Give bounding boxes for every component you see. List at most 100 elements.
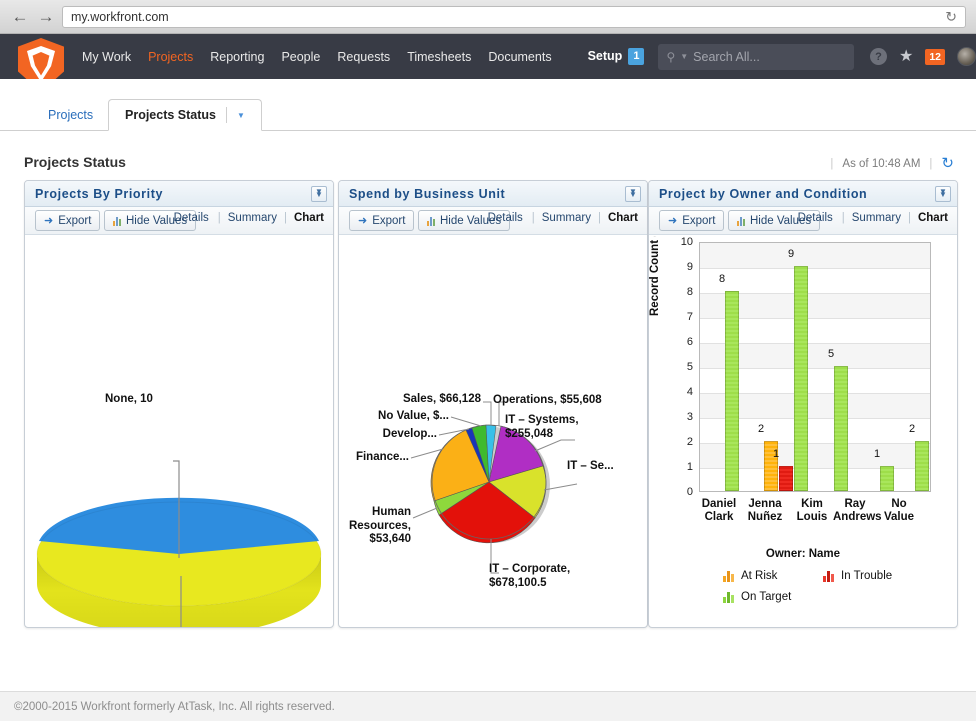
panel-toolbar: ➜ Export Hide Values Details | Summary |… [649, 207, 957, 235]
bar-value-ray-andrews-on-target: 1 [864, 448, 890, 460]
details-link[interactable]: Details [798, 212, 833, 224]
reload-icon[interactable]: ↻ [945, 8, 957, 25]
help-icon[interactable]: ? [870, 48, 887, 65]
divider: | [284, 212, 287, 224]
setup-label: Setup [588, 49, 623, 63]
chevron-down-icon[interactable]: ▼ [237, 111, 245, 120]
pie-label-finance: Finance... [339, 451, 409, 465]
workfront-top-nav: My Work Projects Reporting People Reques… [0, 34, 976, 79]
nav-item-requests[interactable]: Requests [337, 50, 390, 64]
pie-label-sales: Sales, $66,128 [339, 393, 481, 407]
panel-project-by-owner-and-condition: Project by Owner and Condition ▼▼ ➜ Expo… [648, 180, 958, 628]
in-trouble-color-icon [823, 571, 834, 582]
pie-3d-svg [25, 236, 333, 627]
panel-header: Spend by Business Unit ▼▼ [339, 181, 647, 207]
divider: | [908, 212, 911, 224]
x-label-daniel-clark: Daniel Clark [695, 498, 743, 524]
notification-badge[interactable]: 12 [925, 49, 945, 65]
legend-label-in-trouble: In Trouble [841, 570, 892, 582]
on-target-color-icon [723, 592, 734, 603]
bar-chart-icon [427, 216, 435, 226]
y-tick-7: 7 [657, 311, 693, 323]
bar-value-jenna-nunez-at-risk: 2 [748, 423, 774, 435]
chart-link[interactable]: Chart [294, 212, 324, 224]
avatar[interactable] [957, 47, 976, 66]
export-button[interactable]: ➜ Export [349, 210, 414, 231]
search-placeholder: Search All... [693, 50, 760, 64]
panel-header: Projects By Priority ▼▼ [25, 181, 333, 207]
y-tick-10: 10 [657, 236, 693, 248]
star-icon[interactable]: ★ [899, 49, 913, 65]
back-icon[interactable]: ← [10, 6, 30, 28]
panel-body: Operations, $55,608 IT – Systems, $255,0… [339, 236, 647, 627]
panel-toolbar: ➜ Export Hide Values Details | Summary |… [25, 207, 333, 235]
export-button[interactable]: ➜ Export [35, 210, 100, 231]
chart-link[interactable]: Chart [918, 212, 948, 224]
double-chevron-down-icon[interactable]: ▼▼ [935, 186, 951, 202]
y-tick-1: 1 [657, 461, 693, 473]
export-label: Export [372, 215, 405, 227]
pie-label-it-corporate: IT – Corporate, $678,100.5 [489, 563, 619, 590]
setup-badge: 1 [628, 48, 644, 64]
chart-link[interactable]: Chart [608, 212, 638, 224]
bar-jenna-nunez-in-trouble[interactable] [779, 466, 793, 491]
pie-label-operations: Operations, $55,608 [493, 394, 602, 408]
export-button[interactable]: ➜ Export [659, 210, 724, 231]
nav-item-documents[interactable]: Documents [488, 50, 551, 64]
setup-link[interactable]: Setup 1 [588, 48, 645, 64]
nav-item-reporting[interactable]: Reporting [210, 50, 264, 64]
nav-item-my-work[interactable]: My Work [82, 50, 131, 64]
chevron-down-icon[interactable]: ▼ [680, 52, 688, 61]
view-links: Details | Summary | Chart [490, 212, 638, 224]
nav-item-projects[interactable]: Projects [148, 50, 193, 64]
tab-projects[interactable]: Projects [32, 99, 109, 130]
y-axis-title: Record Count (Count) [649, 236, 661, 316]
pie-slice-label-none: None, 10 [105, 393, 153, 405]
summary-link[interactable]: Summary [228, 212, 277, 224]
details-link[interactable]: Details [174, 212, 209, 224]
nav-item-people[interactable]: People [281, 50, 320, 64]
details-link[interactable]: Details [488, 212, 523, 224]
pie-label-it-systems: IT – Systems, $255,048 [505, 414, 615, 441]
summary-link[interactable]: Summary [852, 212, 901, 224]
legend-label-on-target: On Target [741, 591, 791, 603]
url-text: my.workfront.com [71, 10, 169, 24]
forward-icon[interactable]: → [36, 6, 56, 28]
nav-item-timesheets[interactable]: Timesheets [407, 50, 471, 64]
export-label: Export [58, 215, 91, 227]
divider: | [929, 158, 932, 170]
bar-value-no-value-on-target: 2 [899, 423, 925, 435]
bar-kim-louis-on-target[interactable] [834, 366, 848, 491]
pie-label-develop: Develop... [339, 428, 437, 442]
search-input[interactable]: ⚲ ▼ Search All... [658, 44, 854, 70]
tab-projects-status[interactable]: Projects Status ▼ [108, 99, 262, 131]
view-links: Details | Summary | Chart [176, 212, 324, 224]
x-label-ray-andrews: Ray Andrews [833, 498, 877, 524]
divider: | [532, 212, 535, 224]
divider: | [842, 212, 845, 224]
topnav-icon-group: ? ★ 12 [870, 47, 976, 66]
search-icon: ⚲ [666, 50, 675, 64]
bar-value-daniel-clark-on-target: 8 [709, 273, 735, 285]
view-links: Details | Summary | Chart [800, 212, 948, 224]
chart-project-by-owner-and-condition: Record Count (Count) 10 9 8 7 6 5 4 3 2 … [649, 236, 957, 627]
tab-strip: Projects Projects Status ▼ [0, 79, 976, 131]
double-chevron-down-icon[interactable]: ▼▼ [311, 186, 327, 202]
legend-label-at-risk: At Risk [741, 570, 777, 582]
export-arrow-icon: ➜ [668, 214, 677, 227]
url-bar[interactable]: my.workfront.com ↻ [62, 6, 966, 28]
y-tick-3: 3 [657, 411, 693, 423]
bar-jenna-nunez-on-target[interactable] [794, 266, 808, 491]
refresh-icon[interactable]: ↻ [941, 156, 954, 171]
bar-daniel-clark-on-target[interactable] [725, 291, 739, 491]
bar-ray-andrews-on-target[interactable] [880, 466, 894, 491]
as-of-time: As of 10:48 AM [842, 158, 920, 170]
app-root: ← → my.workfront.com ↻ My Work Projects … [0, 0, 976, 721]
x-label-kim-louis: Kim Louis [789, 498, 835, 524]
bar-no-value-on-target[interactable] [915, 441, 929, 491]
panel-title: Projects By Priority [35, 187, 311, 201]
double-chevron-down-icon[interactable]: ▼▼ [625, 186, 641, 202]
summary-link[interactable]: Summary [542, 212, 591, 224]
panel-spend-by-business-unit: Spend by Business Unit ▼▼ ➜ Export Hide … [338, 180, 648, 628]
y-tick-8: 8 [657, 286, 693, 298]
